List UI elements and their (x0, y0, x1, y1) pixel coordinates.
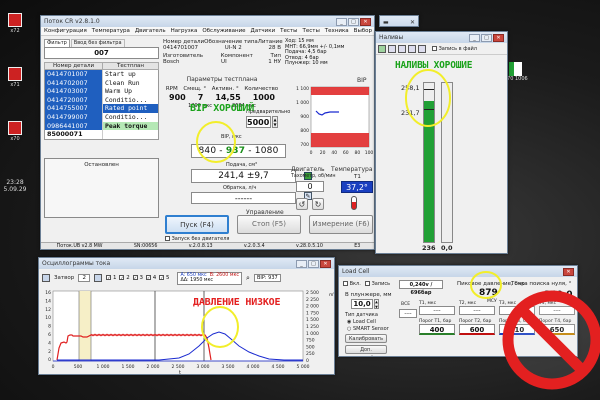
highlight-circle-fill (405, 69, 451, 127)
prohibition-icon (502, 290, 600, 390)
annotation-overlay (196, 69, 600, 390)
highlight-circle-osc (201, 306, 239, 348)
highlight-circle-bip (196, 121, 236, 163)
highlight-circle-peak (470, 271, 502, 299)
